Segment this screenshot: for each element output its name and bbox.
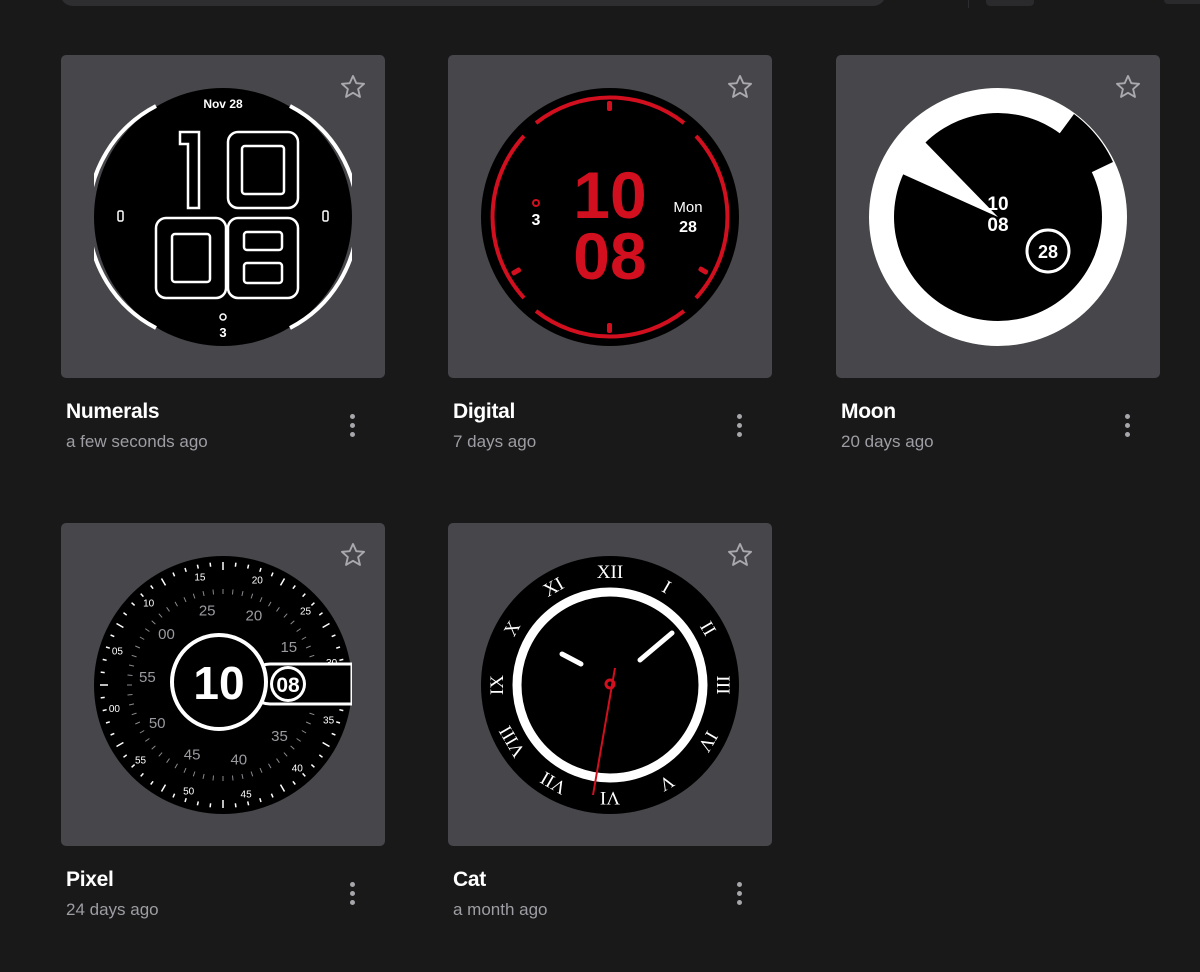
numerals-date: Nov 28 [203, 97, 243, 111]
pixel-tick [102, 658, 107, 662]
pixel-inner-label: 25 [199, 603, 216, 620]
watchface-title: Pixel [66, 868, 114, 891]
star-outline-icon[interactable] [339, 541, 367, 569]
watchface-updated: 20 days ago [841, 432, 934, 451]
pixel-inner-label: 40 [230, 751, 247, 768]
pixel-outer-label: 00 [109, 704, 121, 715]
pixel-tick [246, 564, 250, 569]
pixel-tick [100, 696, 105, 699]
pixel-tick [209, 562, 212, 567]
cat-numeral: XII [597, 562, 623, 583]
pixel-outer-label: 50 [183, 787, 195, 798]
pixel-hour: 10 [193, 657, 244, 709]
moon-hour: 10 [987, 194, 1008, 215]
cat-watchface-preview: XII I II III IV V VI VII VIII IX X XI [481, 556, 739, 814]
watchface-thumbnail[interactable]: Nov 28 3 [61, 55, 385, 378]
pixel-outer-label: 45 [241, 790, 253, 801]
pixel-inner-label: 20 [246, 608, 263, 625]
star-outline-icon[interactable] [339, 73, 367, 101]
moon-date: 28 [1038, 242, 1058, 262]
pixel-inner-tick [212, 775, 214, 781]
pixel-inner-tick [232, 589, 234, 595]
pixel-outer-label: 15 [194, 572, 206, 583]
pixel-minute: 08 [276, 674, 300, 697]
digital-date: 28 [679, 219, 697, 236]
pixel-inner-label: 35 [271, 728, 288, 745]
pixel-inner-label: 00 [158, 626, 175, 643]
watchface-updated: 24 days ago [66, 900, 159, 919]
pixel-inner-tick [127, 694, 133, 696]
cat-numeral: VI [600, 787, 620, 808]
watchface-thumbnail[interactable]: 15 20 25 30 35 40 45 50 55 00 05 10 25 2… [61, 523, 385, 846]
toolbar-button[interactable] [986, 0, 1034, 6]
pixel-watchface-preview: 15 20 25 30 35 40 45 50 55 00 05 10 25 2… [94, 556, 352, 814]
more-options-icon[interactable] [341, 409, 363, 441]
cat-numeral: III [712, 676, 733, 695]
watchface-updated: a month ago [453, 900, 548, 919]
pixel-tick [339, 708, 344, 712]
pixel-inner-tick [212, 589, 214, 595]
pixel-outer-label: 35 [323, 715, 335, 726]
watchface-updated: 7 days ago [453, 432, 537, 451]
numerals-steps: 3 [219, 325, 226, 340]
watchface-thumbnail[interactable]: 10 08 3 Mon 28 [448, 55, 772, 378]
pixel-tick [209, 803, 212, 808]
pixel-inner-label: 45 [184, 746, 201, 763]
numerals-watchface-preview: Nov 28 3 [94, 88, 352, 346]
watchface-thumbnail[interactable]: XII I II III IV V VI VII VIII IX X XI [448, 523, 772, 846]
cat-numeral: IX [487, 675, 508, 695]
pixel-tick [102, 708, 107, 712]
toolbar-button-secondary[interactable] [1164, 0, 1200, 4]
pixel-tick [234, 803, 237, 808]
digital-day: Mon [673, 199, 702, 216]
pixel-outer-label: 05 [112, 647, 124, 658]
pixel-inner-label: 15 [280, 639, 297, 656]
pixel-inner-tick [232, 775, 234, 781]
pixel-tick [196, 801, 200, 806]
star-outline-icon[interactable] [726, 541, 754, 569]
pixel-outer-label: 20 [252, 575, 264, 586]
pixel-outer-label: 25 [300, 607, 312, 618]
more-options-icon[interactable] [728, 877, 750, 909]
moon-watchface-preview: 10 08 28 [869, 88, 1127, 346]
watchface-title: Digital [453, 400, 516, 423]
pixel-inner-label: 55 [139, 669, 156, 686]
more-options-icon[interactable] [728, 409, 750, 441]
watchface-title: Moon [841, 400, 896, 423]
digital-minute: 08 [573, 219, 646, 293]
digital-steps: 3 [532, 212, 541, 229]
pixel-tick [196, 564, 200, 569]
digital-watchface-preview: 10 08 3 Mon 28 [481, 88, 739, 346]
watchface-title: Numerals [66, 400, 160, 423]
pixel-tick [246, 801, 250, 806]
pixel-inner-label: 50 [149, 715, 166, 732]
watchface-title: Cat [453, 868, 486, 891]
search-bar[interactable] [60, 0, 886, 6]
watchface-thumbnail[interactable]: 10 08 28 [836, 55, 1160, 378]
pixel-outer-label: 40 [292, 764, 304, 775]
toolbar-divider [968, 0, 969, 8]
pixel-tick [100, 671, 105, 674]
pixel-outer-label: 10 [143, 599, 155, 610]
pixel-inner-tick [127, 674, 133, 676]
more-options-icon[interactable] [341, 877, 363, 909]
pixel-tick [339, 658, 344, 662]
moon-minute: 08 [987, 215, 1008, 236]
pixel-outer-label: 55 [135, 755, 147, 766]
more-options-icon[interactable] [1116, 409, 1138, 441]
watchface-updated: a few seconds ago [66, 432, 208, 451]
pixel-tick [234, 562, 237, 567]
star-outline-icon[interactable] [726, 73, 754, 101]
star-outline-icon[interactable] [1114, 73, 1142, 101]
